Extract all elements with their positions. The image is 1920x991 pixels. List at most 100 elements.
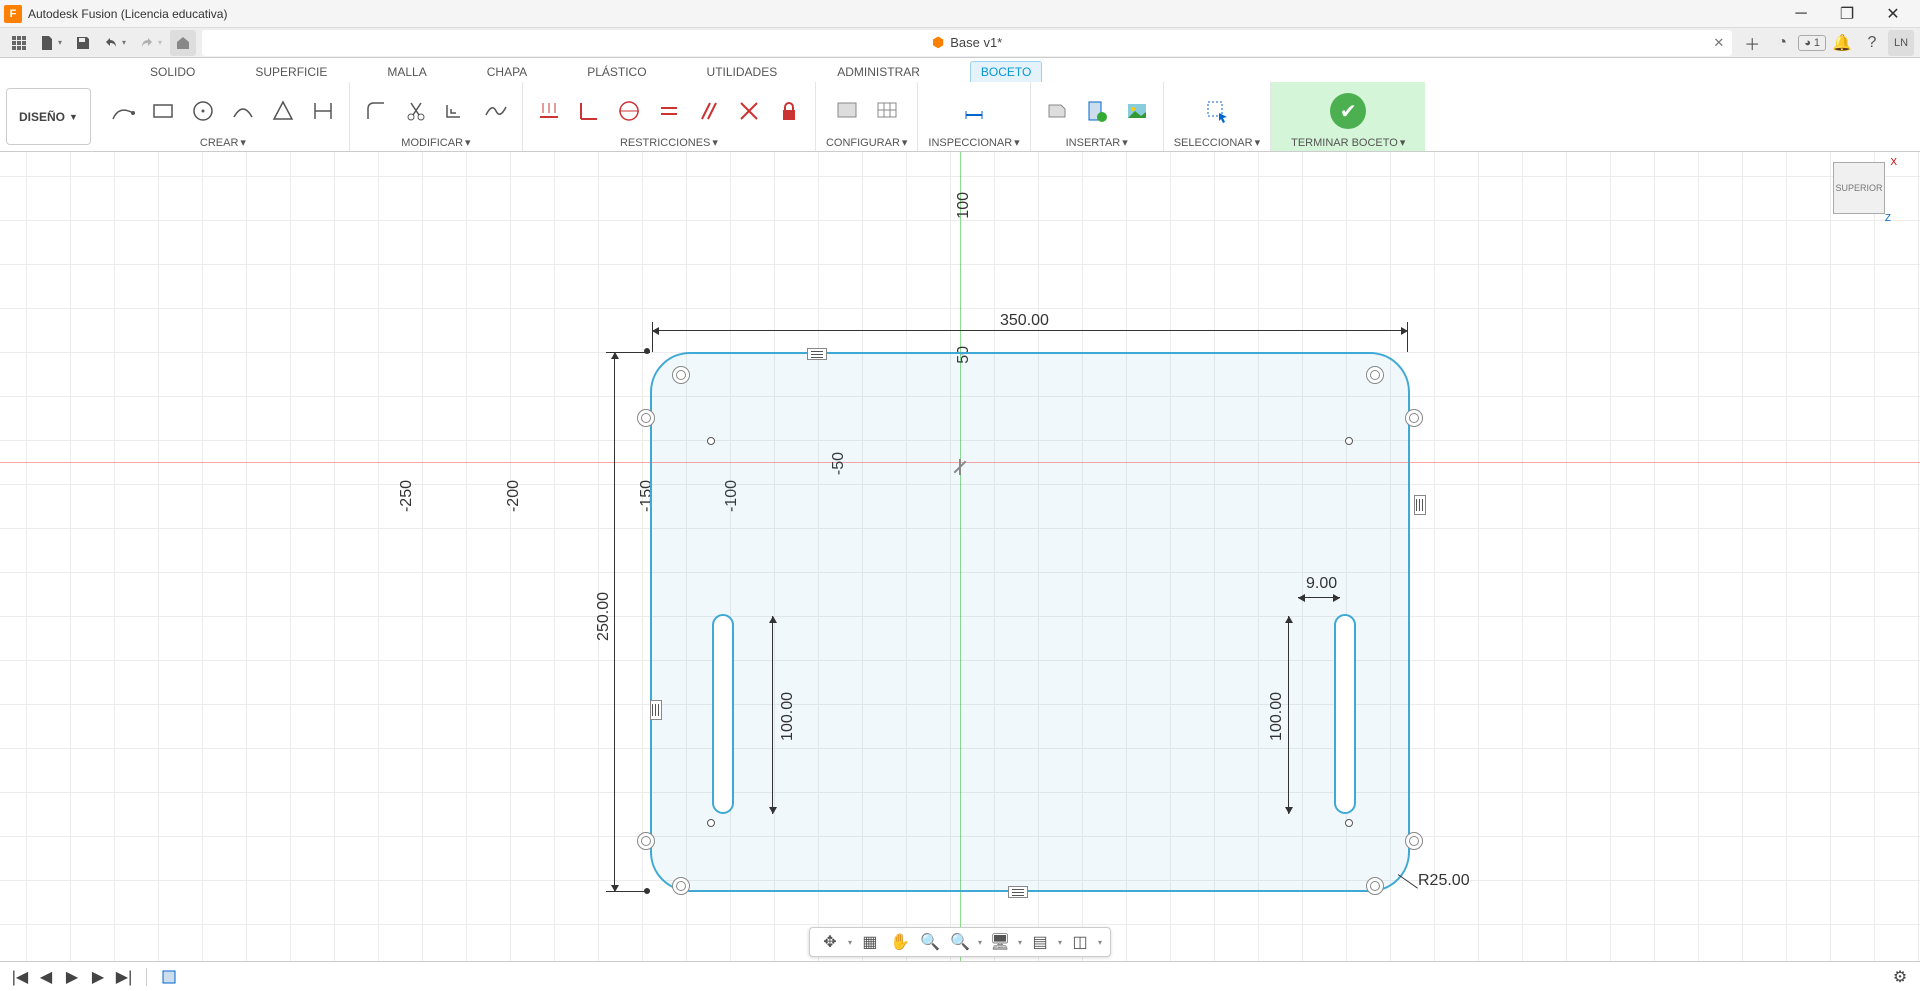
constraint-coinc-7[interactable] xyxy=(672,877,690,895)
sketch-grid-button[interactable] xyxy=(871,95,903,127)
timeline-settings-button[interactable]: ⚙ xyxy=(1890,967,1910,987)
sketch-palette-button[interactable] xyxy=(831,95,863,127)
constraint-eq-1[interactable] xyxy=(807,348,827,360)
trim-tool[interactable] xyxy=(400,95,432,127)
file-dropdown[interactable]: ▾ xyxy=(58,38,68,47)
panel-seleccionar-label[interactable]: SELECCIONAR ▾ xyxy=(1174,136,1260,149)
hole-bl[interactable] xyxy=(707,819,715,827)
display-settings-button[interactable]: 🖥 xyxy=(988,930,1012,954)
vertical-constraint[interactable] xyxy=(573,95,605,127)
constraint-coinc-5[interactable] xyxy=(672,366,690,384)
constraint-coinc-1[interactable] xyxy=(637,409,655,427)
undo-dropdown[interactable]: ▾ xyxy=(122,38,132,47)
minimize-button[interactable]: ─ xyxy=(1778,0,1824,28)
offset-tool[interactable] xyxy=(440,95,472,127)
redo-button[interactable] xyxy=(134,30,160,56)
tab-administrar[interactable]: ADMINISTRAR xyxy=(827,62,930,82)
notifications-button[interactable]: 🔔 xyxy=(1828,29,1856,57)
constraint-coinc-2[interactable] xyxy=(1405,409,1423,427)
panel-modificar-label[interactable]: MODIFICAR ▾ xyxy=(401,136,470,149)
line-tool[interactable] xyxy=(107,95,139,127)
tab-superficie[interactable]: SUPERFICIE xyxy=(245,62,337,82)
dim-line-height[interactable] xyxy=(614,352,615,892)
sketch-rectangle[interactable] xyxy=(650,352,1410,892)
dim-slot-left[interactable]: 100.00 xyxy=(779,692,797,741)
spline-tool[interactable] xyxy=(480,95,512,127)
origin-mark[interactable] xyxy=(949,456,972,479)
panel-terminar-label[interactable]: TERMINAR BOCETO ▾ xyxy=(1291,136,1405,149)
dimension-tool[interactable] xyxy=(307,95,339,127)
save-button[interactable] xyxy=(70,30,96,56)
timeline-prev-button[interactable]: ◀ xyxy=(36,967,56,987)
panel-inspeccionar-label[interactable]: INSPECCIONAR ▾ xyxy=(928,136,1019,149)
tab-utilidades[interactable]: UTILIDADES xyxy=(697,62,788,82)
constraint-coinc-3[interactable] xyxy=(637,832,655,850)
fillet-tool[interactable] xyxy=(360,95,392,127)
dim-line-slot-w[interactable] xyxy=(1298,597,1340,598)
close-window-button[interactable]: ✕ xyxy=(1870,0,1916,28)
tab-plastico[interactable]: PLÁSTICO xyxy=(577,62,656,82)
home-button[interactable] xyxy=(170,30,196,56)
circle-tool[interactable] xyxy=(187,95,219,127)
dim-slot-width[interactable]: 9.00 xyxy=(1306,575,1337,593)
measure-tool[interactable] xyxy=(958,95,990,127)
extensions-button[interactable]: ◔ xyxy=(1768,29,1796,57)
tab-chapa[interactable]: CHAPA xyxy=(477,62,537,82)
constraint-coinc-8[interactable] xyxy=(1366,877,1384,895)
file-button[interactable] xyxy=(34,30,60,56)
timeline-play-button[interactable]: ▶ xyxy=(62,967,82,987)
tab-solido[interactable]: SOLIDO xyxy=(140,62,205,82)
hole-tl[interactable] xyxy=(707,437,715,445)
constraint-coinc-4[interactable] xyxy=(1405,832,1423,850)
parallel-constraint[interactable] xyxy=(693,95,725,127)
hole-tr[interactable] xyxy=(1345,437,1353,445)
panel-configurar-label[interactable]: CONFIGURAR ▾ xyxy=(826,136,907,149)
dim-radius[interactable]: R25.00 xyxy=(1418,872,1470,890)
pan-button[interactable]: ✋ xyxy=(888,930,912,954)
dim-slot-right[interactable]: 100.00 xyxy=(1268,692,1286,741)
equal-constraint[interactable] xyxy=(653,95,685,127)
help-button[interactable]: ? xyxy=(1858,29,1886,57)
perpendicular-constraint[interactable] xyxy=(733,95,765,127)
grid-settings-button[interactable]: ▤ xyxy=(1028,930,1052,954)
close-tab-button[interactable]: ✕ xyxy=(1713,35,1724,51)
zoom-button[interactable]: 🔍 xyxy=(918,930,942,954)
design-workspace-button[interactable]: DISEÑO ▼ xyxy=(6,88,91,145)
timeline-next-button[interactable]: ▶ xyxy=(88,967,108,987)
job-status-button[interactable]: ◕ 1 xyxy=(1798,35,1826,51)
constraint-eq-4[interactable] xyxy=(1414,495,1426,515)
panel-crear-label[interactable]: CREAR ▾ xyxy=(200,136,246,149)
document-tab[interactable]: ⬢ Base v1* ✕ xyxy=(202,30,1732,56)
rectangle-tool[interactable] xyxy=(147,95,179,127)
finish-sketch-icon[interactable]: ✔ xyxy=(1330,93,1366,129)
user-avatar[interactable]: LN xyxy=(1888,30,1914,56)
hole-br[interactable] xyxy=(1345,819,1353,827)
insert-image-button[interactable] xyxy=(1121,95,1153,127)
dim-height[interactable]: 250.00 xyxy=(595,592,613,641)
select-tool[interactable] xyxy=(1201,95,1233,127)
constraint-eq-2[interactable] xyxy=(1008,886,1028,898)
polygon-tool[interactable] xyxy=(267,95,299,127)
dim-line-width[interactable] xyxy=(652,330,1408,331)
panel-insertar-label[interactable]: INSERTAR ▾ xyxy=(1066,136,1128,149)
arc-tool[interactable] xyxy=(227,95,259,127)
timeline-end-button[interactable]: ▶| xyxy=(114,967,134,987)
look-at-button[interactable]: ▦ xyxy=(858,930,882,954)
slot-right[interactable] xyxy=(1334,614,1356,814)
canvas[interactable]: 100 50 -50 -100 -150 -200 -250 350.00 25… xyxy=(0,152,1920,961)
undo-button[interactable] xyxy=(98,30,124,56)
insert-derive-button[interactable] xyxy=(1041,95,1073,127)
viewport-button[interactable]: ◫ xyxy=(1068,930,1092,954)
redo-dropdown[interactable]: ▾ xyxy=(158,38,168,47)
data-panel-button[interactable] xyxy=(6,30,32,56)
timeline-sketch-feature[interactable] xyxy=(159,967,179,987)
dim-width[interactable]: 350.00 xyxy=(1000,312,1049,330)
insert-dxf-button[interactable] xyxy=(1081,95,1113,127)
lock-constraint[interactable] xyxy=(773,95,805,127)
viewcube[interactable]: SUPERIOR xyxy=(1833,162,1885,214)
tab-boceto[interactable]: BOCETO xyxy=(970,61,1042,82)
coincident-constraint[interactable] xyxy=(613,95,645,127)
constraint-eq-3[interactable] xyxy=(650,700,662,720)
panel-restricciones-label[interactable]: RESTRICCIONES ▾ xyxy=(620,136,718,149)
zoom-window-button[interactable]: 🔍 xyxy=(948,930,972,954)
